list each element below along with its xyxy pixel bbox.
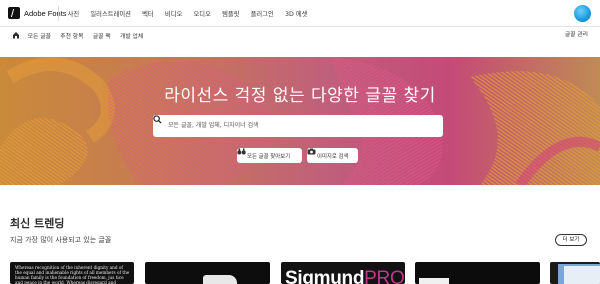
hero-banner: 라이선스 걱정 없는 다양한 글꼴 찾기 모든 글꼴, 개발 업체, 디자이너 … [0,57,600,185]
hero-title: 라이선스 걱정 없는 다양한 글꼴 찾기 [164,86,436,106]
font-card[interactable] [550,262,600,284]
font-search-bar[interactable]: 모든 글꼴, 개발 업체, 디자이너 검색 [153,115,443,137]
top-nav-plugins[interactable]: 플러그인 [251,9,274,18]
sub-nav-recommendations[interactable]: 추천 항목 [60,31,83,40]
font-card-sample-accent: PRO [364,268,405,284]
browse-all-fonts-label: 모든 글꼴 찾아보기 [247,153,291,160]
top-nav-templates[interactable]: 템플릿 [222,9,239,18]
font-card-glyph [203,275,237,284]
top-nav-vectors[interactable]: 벡터 [142,9,154,18]
trending-title: 최신 트렌딩 [10,217,65,230]
search-by-image-button[interactable]: 이미지로 검색 [307,148,358,163]
top-nav-audio[interactable]: 오디오 [193,9,210,18]
top-bar: Adobe Fonts 사진 일러스트레이션 벡터 비디오 오디오 템플릿 플러… [0,0,600,27]
sub-nav: 모든 글꼴 추천 항목 글꼴 팩 개발 업체 글꼴 관리 [0,27,600,43]
font-card[interactable]: Whereas recognition of the inherent dign… [10,262,134,284]
font-card[interactable] [145,262,270,284]
font-card-sample-main: Sigmund [285,268,365,284]
top-nav-3d-assets[interactable]: 3D 에셋 [285,9,307,18]
font-card-glyph [419,278,449,284]
adobe-logo-icon [8,7,20,19]
top-nav: 사진 일러스트레이션 벡터 비디오 오디오 템플릿 플러그인 3D 에셋 [62,0,313,27]
sub-nav-all-fonts[interactable]: 모든 글꼴 [28,31,51,40]
trending-subtitle: 지금 가장 많이 사용되고 있는 글꼴 [10,236,112,244]
manage-fonts-link[interactable]: 글꼴 관리 [565,27,588,43]
search-icon [153,115,162,124]
binoculars-icon [237,148,246,155]
font-card[interactable]: SigmundPRO [281,262,405,284]
top-nav-videos[interactable]: 비디오 [165,9,182,18]
see-more-button[interactable]: 더 보기 [555,234,587,246]
font-card-glyph [564,266,600,284]
top-divider [58,6,59,21]
browse-all-fonts-button[interactable]: 모든 글꼴 찾아보기 [237,148,302,163]
top-nav-illustrations[interactable]: 일러스트레이션 [90,9,131,18]
avatar-icon[interactable] [574,5,591,22]
search-placeholder: 모든 글꼴, 개발 업체, 디자이너 검색 [168,122,259,129]
camera-icon [307,148,316,155]
font-card[interactable] [415,262,540,284]
sub-nav-foundries[interactable]: 개발 업체 [120,31,143,40]
home-icon[interactable] [12,31,20,39]
sub-nav-font-packs[interactable]: 글꼴 팩 [93,31,111,40]
font-card-sample-text: SigmundPRO [285,268,405,284]
font-card-sample-text: Whereas recognition of the inherent dign… [15,265,130,284]
top-nav-photos[interactable]: 사진 [68,9,80,18]
logo-text: Adobe Fonts [24,8,67,18]
search-by-image-label: 이미지로 검색 [317,153,349,160]
